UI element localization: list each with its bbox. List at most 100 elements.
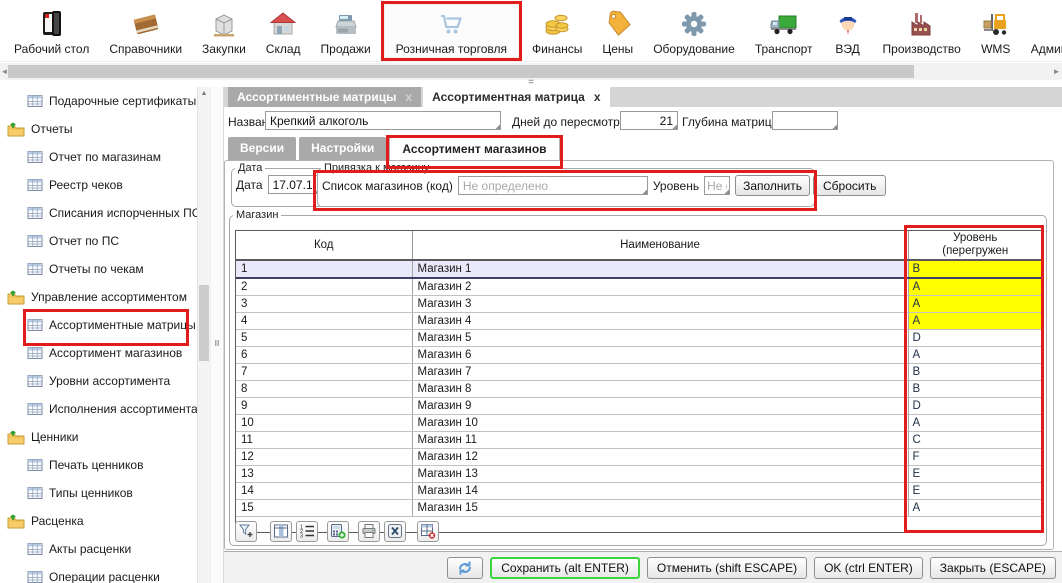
table-toolbar-numbered-list-icon[interactable]: 123 (296, 521, 318, 542)
folder-icon (7, 122, 25, 137)
days-input[interactable] (620, 111, 678, 130)
footer-button-2[interactable]: OK (ctrl ENTER) (814, 557, 923, 579)
table-row[interactable]: 7Магазин 7B (236, 364, 1042, 381)
sidebar-scrollbar[interactable]: ▲ (197, 87, 210, 583)
cell-name: Магазин 7 (412, 364, 908, 381)
sidebar-item-label: Операции расценки (49, 570, 160, 583)
sidebar-item-7[interactable]: Управление ассортиментом (0, 283, 197, 311)
name-input[interactable] (265, 111, 501, 130)
sub-tab-0[interactable]: Версии (228, 137, 296, 160)
table-row[interactable]: 11Магазин 11C (236, 432, 1042, 449)
table-row[interactable]: 2Магазин 2A (236, 278, 1042, 296)
cell-code: 2 (236, 278, 412, 296)
sidebar-item-1[interactable]: Отчеты (0, 115, 197, 143)
table-toolbar-columns-icon[interactable] (270, 521, 292, 542)
table-toolbar-clear-table-icon[interactable] (417, 521, 439, 542)
stores-list-input[interactable] (458, 176, 648, 195)
toolbar-item-4[interactable]: Продажи (311, 1, 381, 59)
table-row[interactable]: 9Магазин 9D (236, 398, 1042, 415)
sidebar-item-15[interactable]: Расценка (0, 507, 197, 535)
toolbar-item-0[interactable]: Рабочий стол (4, 1, 99, 59)
sidebar-item-label: Ассортиментные матрицы (49, 318, 196, 332)
sidebar-item-11[interactable]: Исполнения ассортимента (0, 395, 197, 423)
table-row[interactable]: 14Магазин 14E (236, 483, 1042, 500)
sidebar-item-12[interactable]: Ценники (0, 423, 197, 451)
sidebar-item-17[interactable]: Операции расценки (0, 563, 197, 583)
footer-button-1[interactable]: Отменить (shift ESCAPE) (647, 557, 807, 579)
table-row[interactable]: 12Магазин 12F (236, 449, 1042, 466)
sidebar-item-label: Расценка (31, 514, 84, 528)
toolbar-item-9[interactable]: Транспорт (745, 1, 823, 59)
sidebar-item-10[interactable]: Уровни ассортимента (0, 367, 197, 395)
column-header-level[interactable]: Уровень (перегружен (908, 231, 1042, 260)
sub-tab-1[interactable]: Настройки (299, 137, 386, 160)
sub-tabs: ВерсииНастройкиАссортимент магазинов (228, 137, 560, 160)
table-icon (27, 206, 43, 220)
table-toolbar-printer-icon[interactable] (358, 521, 380, 542)
scroll-up-icon[interactable]: ▲ (198, 88, 210, 100)
toolbar-item-12[interactable]: WMS (971, 1, 1021, 59)
store-table-group: Магазин Код Наименование Уровень (перегр… (229, 209, 1047, 546)
sidebar-item-2[interactable]: Отчет по магазинам (0, 143, 197, 171)
sidebar-item-0[interactable]: Подарочные сертификаты (0, 87, 197, 115)
sidebar-item-13[interactable]: Печать ценников (0, 451, 197, 479)
toolbar-item-label: Закупки (202, 42, 246, 56)
toolbar-item-6[interactable]: Финансы (522, 1, 592, 59)
table-toolbar-excel-icon[interactable] (384, 521, 406, 542)
level-input[interactable] (704, 176, 730, 195)
column-header-code[interactable]: Код (236, 231, 412, 260)
doc-tab-0[interactable]: Ассортиментные матрицы x (228, 87, 421, 107)
fill-button[interactable]: Заполнить (735, 175, 810, 196)
vertical-splitter[interactable]: II (210, 87, 224, 583)
table-row[interactable]: 4Магазин 4A (236, 313, 1042, 330)
matrix-form: Название Дней до пересмотра Глубина матр… (224, 107, 1062, 135)
table-row[interactable]: 10Магазин 10A (236, 415, 1042, 432)
table-toolbar-calculator-add-icon[interactable] (327, 521, 349, 542)
doc-tab-1[interactable]: Ассортиментная матрицаx (423, 87, 609, 107)
sidebar-item-8[interactable]: Ассортиментные матрицы (0, 311, 197, 339)
table-row[interactable]: 5Магазин 5D (236, 330, 1042, 347)
table-row[interactable]: 6Магазин 6A (236, 347, 1042, 364)
toolbar-item-8[interactable]: Оборудование (643, 1, 745, 59)
toolbar-item-11[interactable]: Производство (873, 1, 971, 59)
column-header-level-line1: Уровень (909, 232, 1043, 245)
footer-button-0[interactable]: Сохранить (alt ENTER) (490, 557, 640, 579)
date-label: Дата (236, 178, 263, 192)
sub-tab-2[interactable]: Ассортимент магазинов (389, 137, 559, 160)
scroll-right-icon[interactable]: ► (1052, 65, 1061, 78)
tab-close-icon[interactable]: x (405, 87, 412, 107)
table-header-row[interactable]: Код Наименование Уровень (перегружен (236, 231, 1042, 260)
reset-button[interactable]: Сбросить (813, 175, 886, 196)
table-row[interactable]: 8Магазин 8B (236, 381, 1042, 398)
toolbar-item-13[interactable]: Администрирование (1021, 1, 1062, 59)
sidebar-item-6[interactable]: Отчеты по чекам (0, 255, 197, 283)
footer-button-3[interactable]: Закрыть (ESCAPE) (930, 557, 1056, 579)
table-row[interactable]: 15Магазин 15A (236, 500, 1042, 517)
horizontal-splitter-grip[interactable]: = (0, 80, 1062, 87)
table-toolbar-filter-plus-icon[interactable] (235, 521, 257, 542)
toolbar-item-3[interactable]: Склад (256, 1, 311, 59)
sidebar-item-14[interactable]: Типы ценников (0, 479, 197, 507)
sidebar-scrollbar-thumb[interactable] (199, 285, 209, 361)
sidebar-item-5[interactable]: Отчет по ПС (0, 227, 197, 255)
refresh-button[interactable] (447, 557, 483, 579)
toolbar-item-10[interactable]: ВЭД (823, 1, 873, 59)
factory-icon (907, 7, 937, 41)
doc-tab-label: Ассортиментные матрицы (237, 87, 396, 107)
column-header-name[interactable]: Наименование (412, 231, 908, 260)
toolbar-item-2[interactable]: Закупки (192, 1, 256, 59)
table-row[interactable]: 13Магазин 13E (236, 466, 1042, 483)
sidebar-item-3[interactable]: Реестр чеков (0, 171, 197, 199)
tab-close-icon[interactable]: x (594, 87, 601, 107)
sidebar-item-9[interactable]: Ассортимент магазинов (0, 339, 197, 367)
depth-input[interactable] (772, 111, 838, 130)
h-scrollbar-thumb[interactable] (8, 65, 914, 78)
toolbar-item-1[interactable]: Справочники (99, 1, 192, 59)
sidebar-item-16[interactable]: Акты расценки (0, 535, 197, 563)
date-input[interactable] (268, 175, 320, 194)
toolbar-item-7[interactable]: Цены (592, 1, 643, 59)
sidebar-item-4[interactable]: Списания испорченных ПС (0, 199, 197, 227)
table-row[interactable]: 3Магазин 3A (236, 296, 1042, 313)
toolbar-item-5[interactable]: Розничная торговля (381, 1, 522, 61)
table-row[interactable]: 1Магазин 1B (236, 260, 1042, 278)
